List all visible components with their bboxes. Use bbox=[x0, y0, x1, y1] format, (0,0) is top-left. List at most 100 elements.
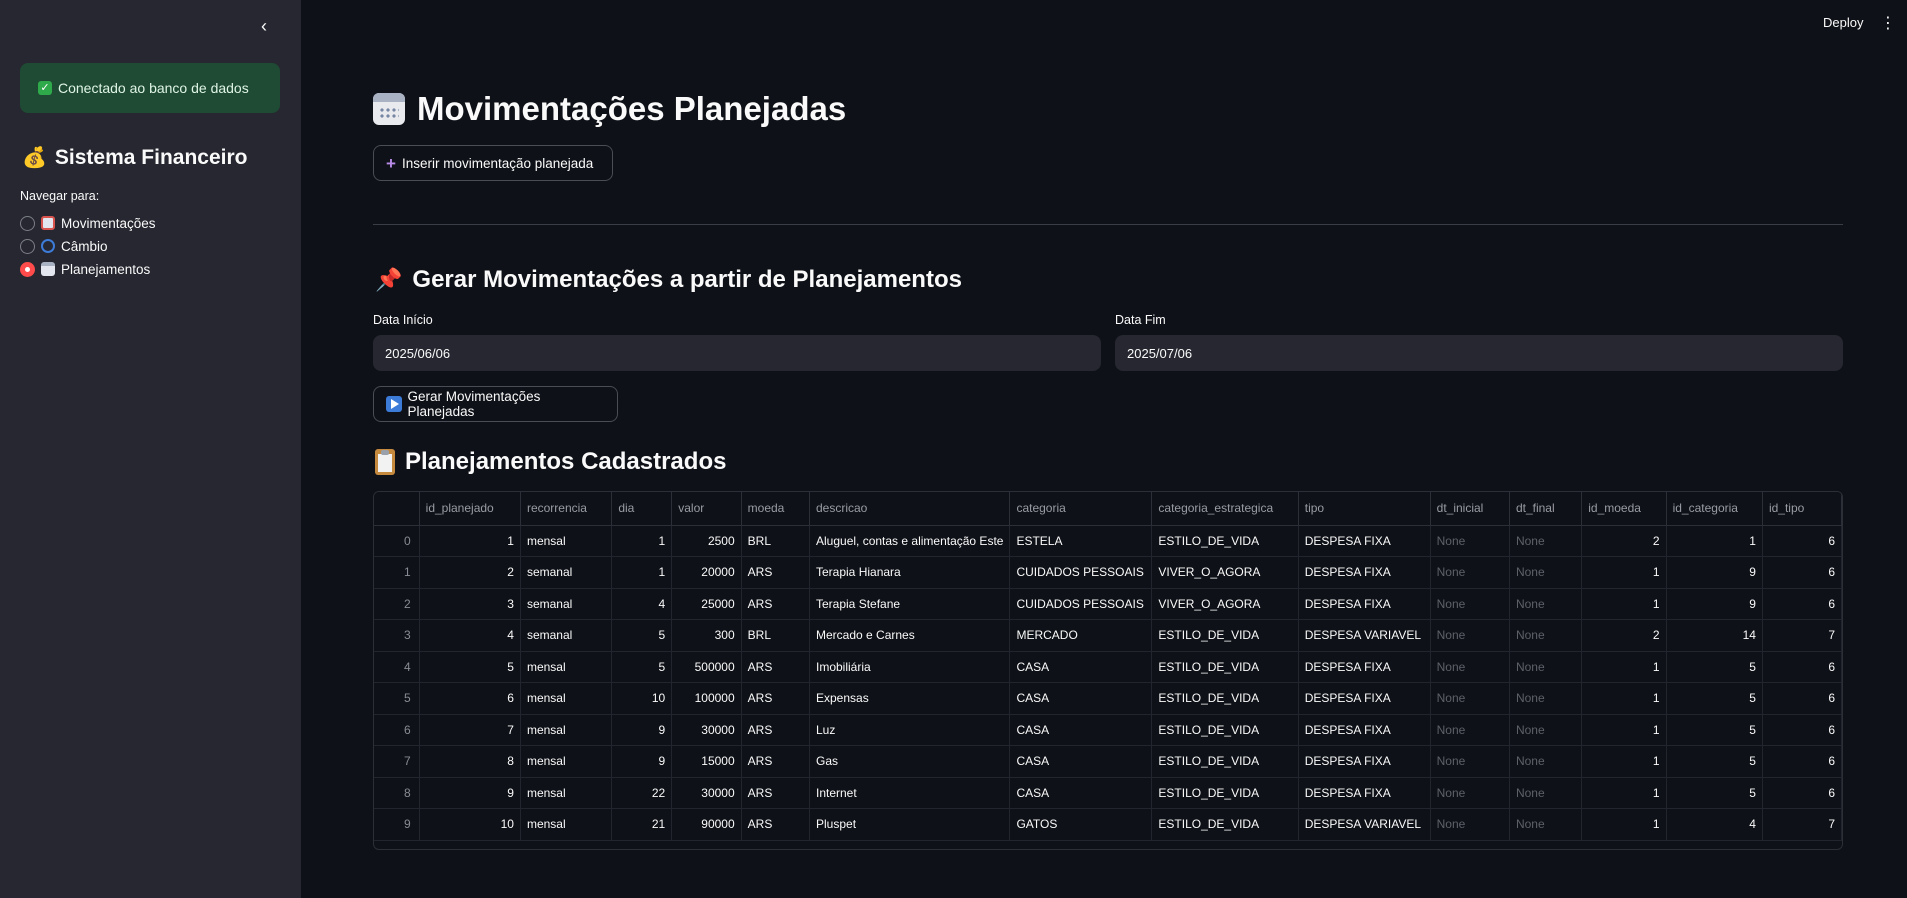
table-cell[interactable]: 1 bbox=[1581, 714, 1667, 746]
table-cell[interactable]: ARS bbox=[741, 556, 811, 589]
table-cell[interactable]: GATOS bbox=[1009, 808, 1153, 841]
table-cell[interactable]: 90000 bbox=[671, 808, 742, 841]
table-row[interactable]: 0 1 mensal 1 2500 BRL Aluguel, contas e alimen… bbox=[374, 525, 1842, 557]
table-cell[interactable]: None bbox=[1509, 588, 1583, 620]
table-cell[interactable]: DESPESA FIXA bbox=[1298, 651, 1431, 683]
table-cell[interactable]: ESTILO_DE_VIDA bbox=[1151, 525, 1299, 557]
table-cell[interactable]: BRL bbox=[741, 619, 811, 652]
table-cell[interactable]: semanal bbox=[520, 588, 613, 620]
table-cell[interactable]: mensal bbox=[520, 714, 613, 746]
table-cell[interactable]: Luz bbox=[809, 714, 1011, 746]
table-cell[interactable]: None bbox=[1509, 714, 1583, 746]
table-cell[interactable]: 22 bbox=[611, 777, 673, 809]
table-cell[interactable]: CUIDADOS PESSOAIS bbox=[1009, 588, 1153, 620]
table-cell[interactable]: 5 bbox=[1666, 651, 1763, 683]
table-cell[interactable]: None bbox=[1509, 525, 1583, 557]
table-cell[interactable]: ESTILO_DE_VIDA bbox=[1151, 619, 1299, 652]
index-header[interactable] bbox=[374, 492, 420, 526]
row-index[interactable]: 8 bbox=[374, 777, 420, 809]
table-cell[interactable]: ESTILO_DE_VIDA bbox=[1151, 682, 1299, 715]
table-cell[interactable]: 1 bbox=[1581, 808, 1667, 841]
row-index[interactable]: 1 bbox=[374, 556, 420, 589]
table-cell[interactable]: None bbox=[1509, 682, 1583, 715]
table-cell[interactable]: 5 bbox=[611, 651, 673, 683]
table-cell[interactable]: 6 bbox=[1762, 525, 1842, 557]
table-cell[interactable]: Mercado e Carnes bbox=[809, 619, 1011, 652]
table-cell[interactable]: ARS bbox=[741, 588, 811, 620]
table-cell[interactable]: 6 bbox=[1762, 556, 1842, 589]
table-cell[interactable]: DESPESA FIXA bbox=[1298, 525, 1431, 557]
table-cell[interactable]: None bbox=[1430, 714, 1510, 746]
table-cell[interactable]: ARS bbox=[741, 745, 811, 778]
table-cell[interactable]: 6 bbox=[1762, 745, 1842, 778]
table-cell[interactable]: ESTILO_DE_VIDA bbox=[1151, 745, 1299, 778]
table-cell[interactable]: 1 bbox=[1581, 556, 1667, 589]
table-cell[interactable]: 6 bbox=[1762, 682, 1842, 715]
table-cell[interactable]: 9 bbox=[611, 714, 673, 746]
table-cell[interactable]: None bbox=[1430, 556, 1510, 589]
table-cell[interactable]: 30000 bbox=[671, 777, 742, 809]
table-cell[interactable]: 1 bbox=[1581, 745, 1667, 778]
table-cell[interactable]: 6 bbox=[419, 682, 521, 715]
table-row[interactable]: 3 4 semanal 5 300 BRL Mercado e Carnes MERCADO E… bbox=[374, 619, 1842, 652]
table-cell[interactable]: None bbox=[1430, 619, 1510, 652]
table-cell[interactable]: CUIDADOS PESSOAIS bbox=[1009, 556, 1153, 589]
radio-button[interactable] bbox=[20, 238, 35, 254]
table-cell[interactable]: 7 bbox=[419, 714, 521, 746]
table-row[interactable]: 5 6 mensal 10 100000 ARS Expensas CASA ESTILO_DE… bbox=[374, 682, 1842, 715]
table-cell[interactable]: 1 bbox=[611, 556, 673, 589]
table-row[interactable]: 9 10 mensal 21 90000 ARS Pluspet GATOS ESTILO_DE… bbox=[374, 808, 1842, 841]
table-cell[interactable]: None bbox=[1430, 588, 1510, 620]
table-cell[interactable]: 1 bbox=[1581, 588, 1667, 620]
column-header-descricao[interactable]: descricao bbox=[809, 492, 1011, 526]
table-cell[interactable]: None bbox=[1509, 777, 1583, 809]
table-cell[interactable]: semanal bbox=[520, 556, 613, 589]
table-row[interactable]: 1 2 semanal 1 20000 ARS Terapia Hianara CUIDADO… bbox=[374, 556, 1842, 589]
table-cell[interactable]: None bbox=[1430, 745, 1510, 778]
table-cell[interactable]: Terapia Stefane bbox=[809, 588, 1011, 620]
column-header-id-tipo[interactable]: id_tipo bbox=[1762, 492, 1842, 526]
table-cell[interactable]: mensal bbox=[520, 777, 613, 809]
table-cell[interactable]: 5 bbox=[1666, 714, 1763, 746]
table-cell[interactable]: DESPESA FIXA bbox=[1298, 682, 1431, 715]
end-date-input[interactable] bbox=[1115, 335, 1843, 371]
row-index[interactable]: 0 bbox=[374, 525, 420, 557]
table-cell[interactable]: 9 bbox=[1666, 588, 1763, 620]
table-cell[interactable]: ESTELA bbox=[1009, 525, 1153, 557]
table-cell[interactable]: CASA bbox=[1009, 745, 1153, 778]
table-cell[interactable]: Pluspet bbox=[809, 808, 1011, 841]
table-cell[interactable]: Aluguel, contas e alimentação Este bbox=[809, 525, 1011, 557]
more-options-icon[interactable]: ⋮ bbox=[1880, 13, 1896, 33]
table-cell[interactable]: 100000 bbox=[671, 682, 742, 715]
row-index[interactable]: 7 bbox=[374, 745, 420, 778]
table-cell[interactable]: 15000 bbox=[671, 745, 742, 778]
table-cell[interactable]: 300 bbox=[671, 619, 742, 652]
radio-button[interactable] bbox=[20, 215, 35, 231]
table-cell[interactable]: None bbox=[1509, 619, 1583, 652]
table-cell[interactable]: ARS bbox=[741, 714, 811, 746]
table-cell[interactable]: ARS bbox=[741, 682, 811, 715]
table-cell[interactable]: ESTILO_DE_VIDA bbox=[1151, 808, 1299, 841]
table-cell[interactable]: CASA bbox=[1009, 651, 1153, 683]
nav-radio-cambio[interactable]: Câmbio bbox=[20, 236, 108, 256]
table-cell[interactable]: ARS bbox=[741, 651, 811, 683]
row-index[interactable]: 5 bbox=[374, 682, 420, 715]
table-cell[interactable]: 1 bbox=[1666, 525, 1763, 557]
table-cell[interactable]: 2 bbox=[419, 556, 521, 589]
table-cell[interactable]: DESPESA FIXA bbox=[1298, 556, 1431, 589]
table-cell[interactable]: 1 bbox=[419, 525, 521, 557]
column-header-valor[interactable]: valor bbox=[671, 492, 742, 526]
table-cell[interactable]: 25000 bbox=[671, 588, 742, 620]
table-cell[interactable]: 14 bbox=[1666, 619, 1763, 652]
table-row[interactable]: 2 3 semanal 4 25000 ARS Terapia Stefane CUIDADO… bbox=[374, 588, 1842, 620]
table-cell[interactable]: 30000 bbox=[671, 714, 742, 746]
table-cell[interactable]: 5 bbox=[1666, 777, 1763, 809]
column-header-dt-final[interactable]: dt_final bbox=[1509, 492, 1583, 526]
table-cell[interactable]: ESTILO_DE_VIDA bbox=[1151, 714, 1299, 746]
table-cell[interactable]: DESPESA VARIAVEL bbox=[1298, 808, 1431, 841]
column-header-categoria-estrategica[interactable]: categoria_estrategica bbox=[1151, 492, 1299, 526]
table-cell[interactable]: DESPESA FIXA bbox=[1298, 714, 1431, 746]
table-cell[interactable]: None bbox=[1430, 777, 1510, 809]
table-cell[interactable]: 3 bbox=[419, 588, 521, 620]
table-cell[interactable]: VIVER_O_AGORA bbox=[1151, 588, 1299, 620]
